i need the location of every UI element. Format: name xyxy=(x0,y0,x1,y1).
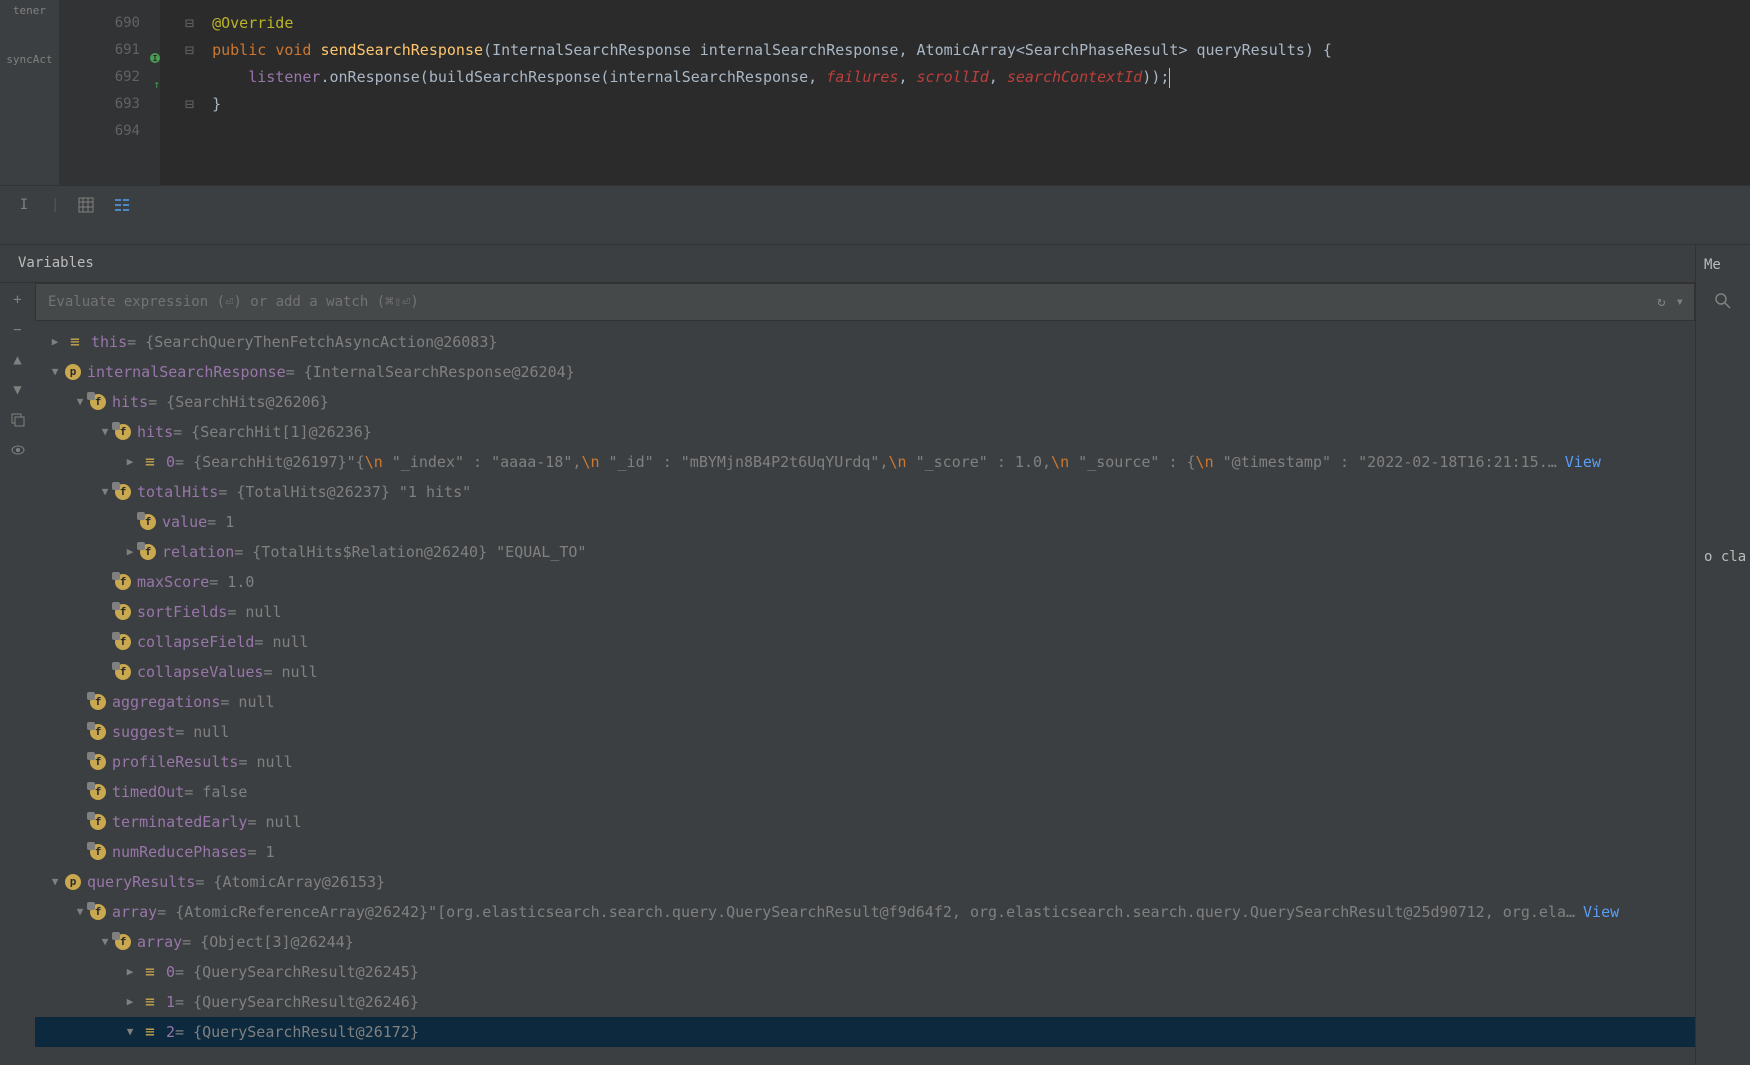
expand-icon[interactable]: ▶ xyxy=(120,447,140,477)
line-number: 691 I↑ xyxy=(60,37,160,64)
tree-row-suggest[interactable]: f suggest = null xyxy=(35,717,1695,747)
field-icon: f xyxy=(115,664,131,680)
tree-row-maxScore[interactable]: f maxScore = 1.0 xyxy=(35,567,1695,597)
line-gutter: 690 691 I↑ 692 693 694 xyxy=(60,0,160,185)
add-icon[interactable]: + xyxy=(9,291,27,309)
expand-icon[interactable]: ▶ xyxy=(45,327,65,357)
evaluate-expression-input[interactable]: Evaluate expression (⏎) or add a watch (… xyxy=(35,283,1695,321)
expand-icon[interactable]: ▶ xyxy=(120,987,140,1017)
tree-row-collapseValues[interactable]: f collapseValues = null xyxy=(35,657,1695,687)
field-icon: f xyxy=(115,484,131,500)
line-number: 694 xyxy=(60,118,160,145)
tree-row-terminatedEarly[interactable]: f terminatedEarly = null xyxy=(35,807,1695,837)
code-editor[interactable]: 690 691 I↑ 692 693 694 ⊟ @Override ⊟ pub… xyxy=(60,0,1750,185)
field-icon: f xyxy=(90,844,106,860)
side-toolbar: + − ▲ ▼ xyxy=(0,283,35,1065)
expand-icon[interactable]: ▶ xyxy=(120,957,140,987)
collapse-icon[interactable]: ▼ xyxy=(120,1017,140,1047)
stack-icon: ≡ xyxy=(140,1023,160,1041)
stack-icon: ≡ xyxy=(65,333,85,351)
tree-row-array-inner[interactable]: ▼ f array = {Object[3]@26244} xyxy=(35,927,1695,957)
remove-icon[interactable]: − xyxy=(9,321,27,339)
override-gutter-icon[interactable]: I↑ xyxy=(146,44,160,58)
cursor-icon[interactable]: I xyxy=(15,196,33,214)
param-icon: p xyxy=(65,364,81,380)
code-line: ⊟ listener.onResponse(buildSearchRespons… xyxy=(185,64,1750,91)
variables-header: Variables xyxy=(0,245,1750,283)
history-icon[interactable]: ↻ xyxy=(1657,294,1665,310)
panel-toolbar: I | xyxy=(0,186,1750,224)
down-icon[interactable]: ▼ xyxy=(9,381,27,399)
tree-row-array[interactable]: ▼ f array = {AtomicReferenceArray@26242}… xyxy=(35,897,1695,927)
tree-row-profileResults[interactable]: f profileResults = null xyxy=(35,747,1695,777)
field-icon: f xyxy=(115,574,131,590)
field-icon: f xyxy=(115,634,131,650)
tree-row-value[interactable]: f value = 1 xyxy=(35,507,1695,537)
code-line: ⊟ public void sendSearchResponse(Interna… xyxy=(185,37,1750,64)
code-content[interactable]: ⊟ @Override ⊟ public void sendSearchResp… xyxy=(160,0,1750,185)
copy-icon[interactable] xyxy=(9,411,27,429)
field-icon: f xyxy=(140,514,156,530)
collapse-icon[interactable]: ▼ xyxy=(45,867,65,897)
search-icon[interactable] xyxy=(1696,293,1750,309)
variables-tree[interactable]: ▶ ≡ this = {SearchQueryThenFetchAsyncAct… xyxy=(35,321,1695,1065)
field-icon: f xyxy=(140,544,156,560)
tree-row-hits-inner[interactable]: ▼ f hits = {SearchHit[1]@26236} xyxy=(35,417,1695,447)
panel-divider: I | xyxy=(0,185,1750,245)
tree-row-queryResults[interactable]: ▼ p queryResults = {AtomicArray@26153} xyxy=(35,867,1695,897)
param-icon: p xyxy=(65,874,81,890)
collapse-icon[interactable]: ▼ xyxy=(45,357,65,387)
view-link[interactable]: View xyxy=(1565,447,1601,477)
tree-row-array-0[interactable]: ▶ ≡ 0 = {QuerySearchResult@26245} xyxy=(35,957,1695,987)
field-icon: f xyxy=(90,754,106,770)
code-line: ⊟ @Override xyxy=(185,10,1750,37)
view-link[interactable]: View xyxy=(1583,897,1619,927)
line-number: 692 xyxy=(60,64,160,91)
code-line xyxy=(185,118,1750,145)
grid-icon[interactable] xyxy=(77,196,95,214)
right-panel-text: o cla xyxy=(1696,549,1750,565)
tree-row-collapseField[interactable]: f collapseField = null xyxy=(35,627,1695,657)
tree-row-internalSearchResponse[interactable]: ▼ p internalSearchResponse = {InternalSe… xyxy=(35,357,1695,387)
code-line: ⊟ } xyxy=(185,91,1750,118)
field-icon: f xyxy=(90,694,106,710)
right-panel-label: Me xyxy=(1696,257,1750,273)
field-icon: f xyxy=(90,724,106,740)
variables-label: Variables xyxy=(18,255,94,271)
tree-row-timedOut[interactable]: f timedOut = false xyxy=(35,777,1695,807)
watch-icon[interactable] xyxy=(9,441,27,459)
tree-row-aggregations[interactable]: f aggregations = null xyxy=(35,687,1695,717)
line-number: 690 xyxy=(60,10,160,37)
stack-icon: ≡ xyxy=(140,453,160,471)
toolbar-item-1[interactable]: tener xyxy=(0,0,59,21)
stack-icon: ≡ xyxy=(140,963,160,981)
right-panel: Me o cla xyxy=(1695,245,1750,1065)
tree-row-array-2[interactable]: ▼ ≡ 2 = {QuerySearchResult@26172} xyxy=(35,1017,1695,1047)
stack-icon: ≡ xyxy=(140,993,160,1011)
field-icon: f xyxy=(90,904,106,920)
toolbar-item-2[interactable]: syncAct xyxy=(0,49,59,70)
settings-icon[interactable] xyxy=(113,196,131,214)
tree-row-relation[interactable]: ▶ f relation = {TotalHits$Relation@26240… xyxy=(35,537,1695,567)
field-icon: f xyxy=(115,424,131,440)
watch-placeholder: Evaluate expression (⏎) or add a watch (… xyxy=(48,294,419,310)
field-icon: f xyxy=(115,604,131,620)
field-icon: f xyxy=(90,814,106,830)
field-icon: f xyxy=(115,934,131,950)
tree-row-this[interactable]: ▶ ≡ this = {SearchQueryThenFetchAsyncAct… xyxy=(35,327,1695,357)
tree-row-totalHits[interactable]: ▼ f totalHits = {TotalHits@26237} "1 hit… xyxy=(35,477,1695,507)
tree-row-numReducePhases[interactable]: f numReducePhases = 1 xyxy=(35,837,1695,867)
tree-row-array-1[interactable]: ▶ ≡ 1 = {QuerySearchResult@26246} xyxy=(35,987,1695,1017)
up-icon[interactable]: ▲ xyxy=(9,351,27,369)
tree-row-sortFields[interactable]: f sortFields = null xyxy=(35,597,1695,627)
tree-row-hit-0[interactable]: ▶ ≡ 0 = {SearchHit@26197} "{\n "_index" … xyxy=(35,447,1695,477)
tree-row-hits[interactable]: ▼ f hits = {SearchHits@26206} xyxy=(35,387,1695,417)
field-icon: f xyxy=(90,394,106,410)
dropdown-icon[interactable]: ▾ xyxy=(1676,294,1684,310)
line-number: 693 xyxy=(60,91,160,118)
field-icon: f xyxy=(90,784,106,800)
